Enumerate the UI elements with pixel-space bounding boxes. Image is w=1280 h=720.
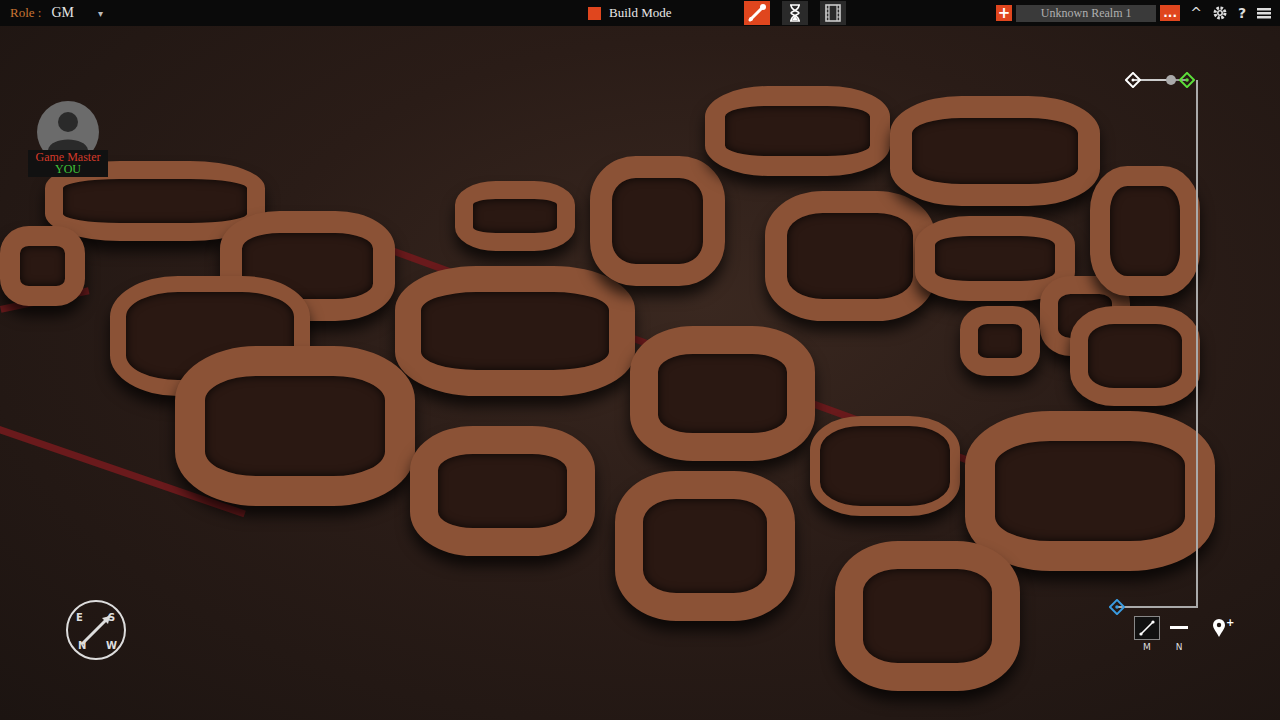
compass[interactable]: E N W S: [66, 600, 126, 660]
terrain-tile: [810, 416, 960, 516]
collapse-button[interactable]: ^: [1190, 5, 1202, 21]
film-icon: [821, 1, 845, 25]
terrain-tile: [1090, 166, 1200, 296]
measure-tool-button[interactable]: [1134, 616, 1160, 640]
terrain-tile: [455, 181, 575, 251]
dash-tool-icon: [1169, 619, 1189, 637]
diamond-start-icon[interactable]: [1125, 72, 1141, 88]
terrain-tile: [410, 426, 595, 556]
realm-name[interactable]: Unknown Realm 1: [1016, 5, 1156, 22]
pin-plus: +: [1226, 618, 1234, 628]
terrain-tile: [835, 541, 1020, 691]
terrain-tile: [615, 471, 795, 621]
gear-icon[interactable]: [1212, 5, 1228, 21]
add-marker-button[interactable]: +: [1212, 618, 1234, 638]
mode-tool-button[interactable]: [782, 1, 808, 25]
role-value[interactable]: GM: [51, 5, 74, 21]
slider-bottom-line: [1118, 606, 1198, 608]
top-bar: Role : GM ▾ Build Mode +Unknown Realm 1... ^?: [0, 0, 1280, 26]
player-title: Game Master: [36, 151, 101, 163]
map-pin-icon: [1212, 618, 1226, 638]
help-button[interactable]: ?: [1238, 5, 1246, 21]
role-label: Role :: [10, 5, 41, 21]
diamond-end-icon[interactable]: [1179, 72, 1195, 88]
compass-letter: W: [106, 640, 117, 651]
role-selector[interactable]: Role : GM ▾: [10, 5, 130, 21]
terrain-tile: [630, 326, 815, 461]
add-realm-button[interactable]: +: [996, 5, 1012, 21]
tool-group: [744, 1, 846, 25]
mode-label: Build Mode: [609, 5, 671, 21]
player-label: Game MasterYOU: [28, 150, 108, 177]
terrain-tile: [765, 191, 935, 321]
terrain-tile: [395, 266, 635, 396]
terrain-tile: [890, 96, 1100, 206]
terrain-tile: [960, 306, 1040, 376]
build-icon: [745, 1, 769, 25]
terrain-tile: [705, 86, 890, 176]
time-icon: [783, 1, 807, 25]
line-tool-icon: [1138, 619, 1156, 637]
player-name: YOU: [55, 163, 81, 176]
measure-tool-button[interactable]: [1166, 616, 1192, 640]
shortcut-key: M: [1143, 642, 1151, 652]
height-slider-handle[interactable]: [1166, 75, 1176, 85]
terrain-tile: [590, 156, 725, 286]
mode-tool-button[interactable]: [820, 1, 846, 25]
measure-tools: MN: [1134, 616, 1192, 652]
mode-tool-button[interactable]: [744, 1, 770, 25]
role-caret[interactable]: ▾: [98, 8, 103, 19]
realm-menu-button[interactable]: ...: [1160, 5, 1180, 21]
slider-vertical-line: [1196, 80, 1198, 607]
terrain-tile: [1070, 306, 1200, 406]
mode-indicator: Build Mode: [588, 5, 738, 21]
terrain-tile: [0, 226, 85, 306]
compass-letter: N: [78, 640, 86, 651]
window-controls: ^?: [1190, 5, 1272, 21]
terrain-tile: [965, 411, 1215, 571]
mode-square-icon: [588, 7, 601, 20]
menu-bars-icon[interactable]: [1256, 5, 1272, 21]
measure-tool[interactable]: M: [1134, 616, 1160, 652]
measure-tool[interactable]: N: [1166, 616, 1192, 652]
shortcut-key: N: [1176, 642, 1183, 652]
player-badge[interactable]: Game MasterYOU: [28, 100, 108, 177]
diamond-base-icon[interactable]: [1109, 599, 1125, 615]
compass-letter: E: [76, 612, 83, 623]
compass-letter: S: [108, 612, 115, 623]
avatar-icon: [36, 100, 100, 150]
board-view[interactable]: Game MasterYOUENWSMN+: [0, 26, 1280, 720]
realm-selector: +Unknown Realm 1...: [996, 5, 1180, 22]
terrain-tile: [175, 346, 415, 506]
